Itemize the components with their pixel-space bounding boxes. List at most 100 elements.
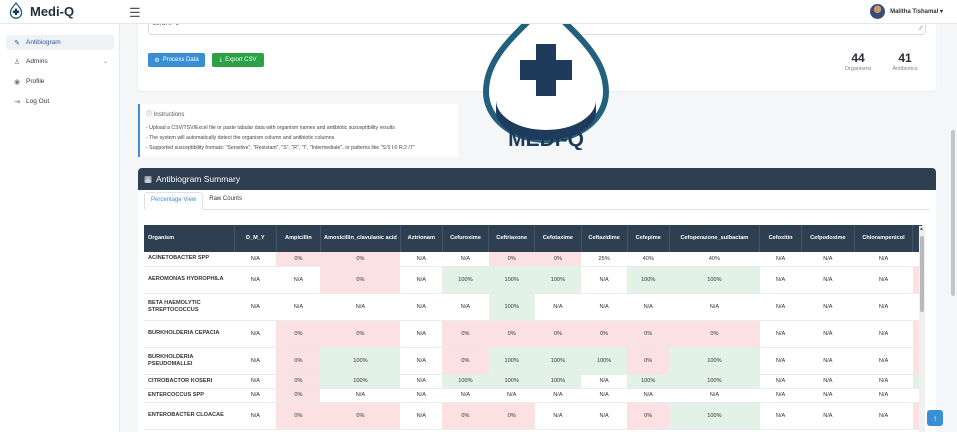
susceptibility-cell: N/A — [581, 374, 628, 389]
antibiotics-label: Antibiotics — [892, 66, 918, 72]
column-header: Cefotaxime — [534, 225, 582, 252]
page-scrollbar-thumb[interactable] — [951, 130, 955, 296]
profile-icon: ◉ — [13, 78, 21, 86]
tab-raw-counts[interactable]: Raw Counts — [203, 192, 248, 209]
susceptibility-cell: 40% — [669, 252, 760, 267]
sidebar-item-logout[interactable]: ⇥ Log Out — [6, 94, 114, 109]
susceptibility-cell: 100% — [320, 374, 401, 389]
tab-percentage-view[interactable]: Percentage View — [144, 192, 204, 210]
susceptibility-cell: N/A — [854, 266, 913, 294]
susceptibility-cell: 0% — [276, 320, 321, 348]
antibiogram-table-container[interactable]: Organism D_M_Y Ampicillin Amoxicillin_clavu… — [144, 225, 922, 432]
scroll-up-icon[interactable]: ▲ — [919, 226, 924, 232]
table-row: ENTEROBACTER CLOACAE N/A 0% 0% N/A 0% 0% N/A N/A… — [144, 402, 922, 430]
instructions-title: ⓘ Instructions — [146, 109, 452, 118]
susceptibility-cell: 100% — [320, 347, 401, 375]
susceptibility-cell: N/A — [854, 293, 913, 321]
susceptibility-cell: 100% — [669, 374, 760, 389]
susceptibility-cell: 100% — [442, 266, 489, 294]
susceptibility-cell: 0% — [627, 320, 670, 348]
susceptibility-cell: N/A — [234, 266, 277, 294]
susceptibility-cell: 0% — [320, 252, 401, 267]
susceptibility-cell: 0% — [442, 347, 489, 375]
table-row: BURKHOLDERIA CEPACIA N/A 0% 0% N/A 0% 0% 0% 0% 0%… — [144, 320, 922, 348]
susceptibility-cell: N/A — [234, 293, 277, 321]
process-data-button[interactable]: ⚙ Process Data — [148, 53, 205, 67]
download-icon: ⤓ — [219, 56, 223, 63]
susceptibility-cell: 100% — [488, 347, 535, 375]
susceptibility-cell: 0% — [534, 252, 581, 267]
export-csv-button[interactable]: ⤓ Export CSV — [212, 53, 264, 67]
menu-toggle-icon[interactable]: ☰ — [129, 5, 141, 21]
susceptibility-cell: N/A — [400, 293, 443, 321]
organisms-stat: 44 Organisms — [842, 51, 874, 72]
export-csv-label: Export CSV — [225, 57, 257, 63]
susceptibility-cell: N/A — [801, 388, 855, 403]
susceptibility-cell: 0% — [581, 320, 628, 348]
column-header: Cefoxitin — [759, 225, 803, 252]
susceptibility-cell: 0% — [320, 266, 401, 294]
susceptibility-cell: N/A — [400, 374, 443, 389]
column-header: Organism — [144, 225, 235, 252]
resize-handle-icon[interactable]: ⁄⁄ — [920, 26, 922, 32]
instruction-line: - Upload a CSV/TSV/Excel file or paste t… — [146, 125, 395, 131]
susceptibility-cell: N/A — [759, 266, 802, 294]
susceptibility-cell: N/A — [669, 293, 760, 321]
instructions-title-text: Instructions — [153, 112, 185, 118]
susceptibility-cell: 0% — [627, 402, 670, 430]
sidebar-item-antibiogram[interactable]: ✎ Antibiogram — [6, 35, 114, 50]
susceptibility-cell: N/A — [534, 293, 581, 321]
susceptibility-cell: 0% — [442, 320, 489, 348]
susceptibility-cell: N/A — [581, 402, 628, 430]
column-header: Aztrionam — [400, 225, 443, 252]
top-navbar: Medi-Q ☰ Malitha Tishamal ▾ — [0, 0, 957, 24]
susceptibility-cell: 0% — [276, 402, 321, 430]
scrollbar-thumb[interactable] — [920, 236, 924, 312]
susceptibility-cell: N/A — [534, 402, 581, 430]
sidebar: ✎ Antibiogram ♙ Admins ⌄ ◉ Profile ⇥ Log… — [0, 24, 120, 432]
table-header-row: Organism D_M_Y Ampicillin Amoxicillin_clavu… — [144, 225, 922, 252]
susceptibility-cell: 0% — [442, 402, 489, 430]
process-data-label: Process Data — [162, 57, 199, 63]
susceptibility-cell: N/A — [854, 320, 913, 348]
susceptibility-cell: N/A — [627, 293, 670, 321]
user-menu[interactable]: Malitha Tishamal ▾ — [870, 4, 943, 19]
susceptibility-cell: N/A — [276, 266, 321, 294]
susceptibility-cell: N/A — [488, 388, 535, 403]
instruction-line: - Supported susceptibility formats: "Sen… — [146, 145, 415, 151]
susceptibility-cell: 0% — [276, 252, 321, 267]
susceptibility-cell: N/A — [759, 347, 802, 375]
susceptibility-cell: N/A — [759, 320, 802, 348]
susceptibility-cell: N/A — [400, 402, 443, 430]
table-scrollbar[interactable]: ▲ — [919, 226, 925, 432]
susceptibility-cell: 100% — [534, 266, 581, 294]
susceptibility-cell: N/A — [759, 252, 802, 267]
medi-q-logo-icon — [9, 2, 23, 19]
sidebar-item-label: Log Out — [26, 98, 50, 105]
organisms-count: 44 — [851, 51, 865, 65]
susceptibility-cell: 0% — [276, 347, 321, 375]
organisms-label: Organisms — [844, 66, 872, 72]
table-row: ENTERCOCCUS SPP N/A 0% N/A N/A N/A N/A N/A N/A N/… — [144, 388, 922, 403]
back-to-top-button[interactable]: ↑ — [927, 410, 943, 426]
logout-icon: ⇥ — [14, 98, 20, 106]
user-name: Malitha Tishamal ▾ — [890, 9, 943, 15]
susceptibility-cell: N/A — [759, 388, 802, 403]
susceptibility-cell: N/A — [801, 402, 855, 430]
organism-cell: BURKHOLDERIA PSEUDOMALLEI — [144, 347, 235, 375]
susceptibility-cell: 100% — [669, 266, 760, 294]
table-row: CITROBACTOR KOSERI N/A 0% 100% N/A 100% 100% 10… — [144, 374, 922, 389]
organism-cell: CITROBACTOR KOSERI — [144, 374, 235, 389]
susceptibility-cell: N/A — [234, 388, 277, 403]
susceptibility-cell: N/A — [801, 374, 855, 389]
brand[interactable]: Medi-Q — [8, 2, 74, 20]
sidebar-item-admins[interactable]: ♙ Admins ⌄ — [6, 54, 114, 69]
column-header: Ceftriaxone — [488, 225, 536, 252]
susceptibility-cell: N/A — [234, 402, 277, 430]
susceptibility-cell: 0% — [534, 320, 581, 348]
susceptibility-cell: N/A — [854, 388, 913, 403]
gear-icon: ⚙ — [154, 57, 160, 64]
sidebar-item-profile[interactable]: ◉ Profile — [6, 74, 114, 89]
susceptibility-cell: 100% — [627, 374, 670, 389]
column-header: Cefpodoxime — [801, 225, 855, 252]
